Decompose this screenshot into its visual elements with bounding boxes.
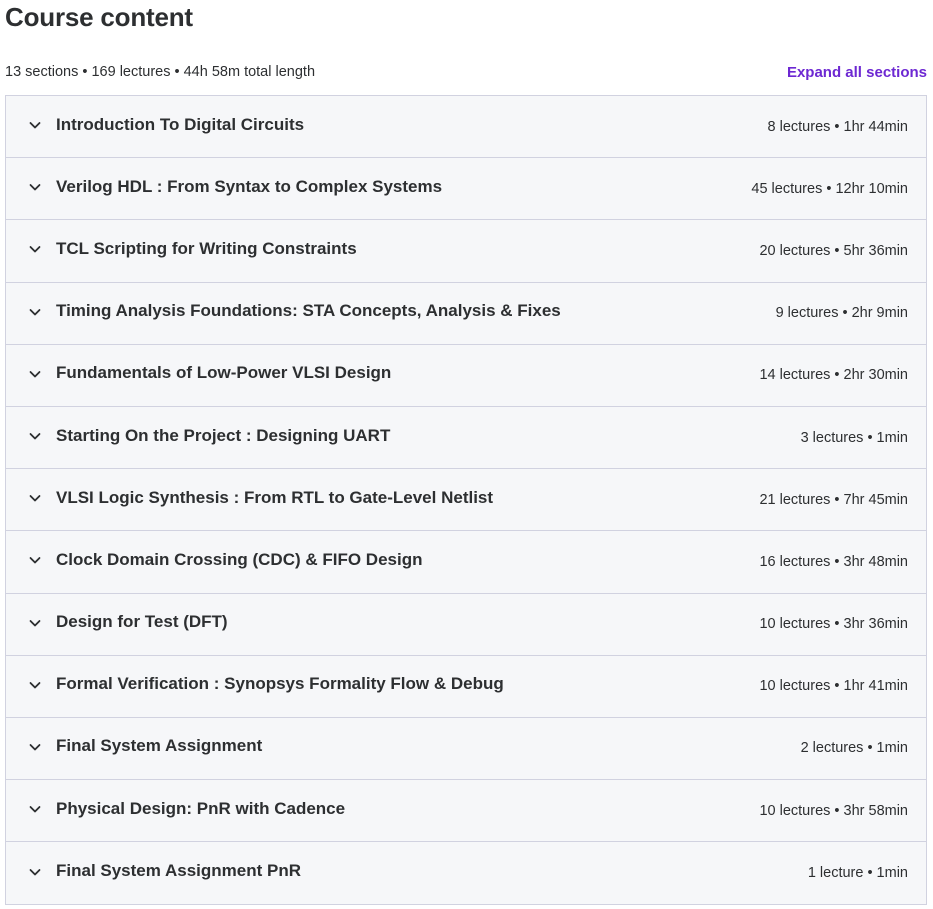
section-meta: 2 lectures • 1min (800, 740, 908, 757)
chevron-down-icon (28, 242, 42, 256)
section-meta: 1 lecture • 1min (807, 865, 908, 882)
section-header-1[interactable]: Introduction To Digital Circuits 8 lectu… (6, 96, 926, 159)
section-title: Verilog HDL : From Syntax to Complex Sys… (56, 176, 443, 196)
section-meta: 16 lectures • 3hr 48min (759, 553, 908, 570)
section-header-6[interactable]: Starting On the Project : Designing UART… (6, 406, 926, 470)
chevron-down-icon (28, 118, 42, 132)
section-meta: 8 lectures • 1hr 44min (767, 118, 908, 135)
chevron-down-icon (28, 865, 42, 879)
expand-all-sections-button[interactable]: Expand all sections (787, 64, 927, 81)
section-title: Design for Test (DFT) (56, 612, 228, 632)
chevron-down-icon (28, 616, 42, 630)
section-title: TCL Scripting for Writing Constraints (56, 238, 357, 258)
section-title: Clock Domain Crossing (CDC) & FIFO Desig… (56, 549, 423, 569)
chevron-down-icon (28, 180, 42, 194)
section-title: Introduction To Digital Circuits (56, 114, 305, 134)
section-header-11[interactable]: Final System Assignment 2 lectures • 1mi… (6, 717, 926, 781)
section-header-13[interactable]: Final System Assignment PnR 1 lecture • … (6, 842, 926, 905)
chevron-down-icon (28, 553, 42, 567)
section-meta: 10 lectures • 1hr 41min (759, 678, 908, 695)
section-header-5[interactable]: Fundamentals of Low-Power VLSI Design 14… (6, 344, 926, 407)
chevron-down-icon (28, 678, 42, 692)
section-header-9[interactable]: Design for Test (DFT) 10 lectures • 3hr … (6, 593, 926, 656)
chevron-down-icon (28, 491, 42, 505)
section-meta: 45 lectures • 12hr 10min (751, 180, 908, 197)
section-header-3[interactable]: TCL Scripting for Writing Constraints 20… (6, 220, 926, 283)
section-header-4[interactable]: Timing Analysis Foundations: STA Concept… (6, 282, 926, 345)
section-meta: 10 lectures • 3hr 58min (759, 802, 908, 819)
section-meta: 10 lectures • 3hr 36min (759, 616, 908, 633)
section-title: Formal Verification : Synopsys Formality… (56, 674, 504, 694)
section-header-12[interactable]: Physical Design: PnR with Cadence 10 lec… (6, 780, 926, 843)
section-title: Final System Assignment PnR (56, 861, 301, 881)
section-title: VLSI Logic Synthesis : From RTL to Gate-… (56, 487, 494, 507)
section-meta: 20 lectures • 5hr 36min (759, 242, 908, 259)
section-header-8[interactable]: Clock Domain Crossing (CDC) & FIFO Desig… (6, 531, 926, 594)
chevron-down-icon (28, 305, 42, 319)
section-meta: 21 lectures • 7hr 45min (759, 491, 908, 508)
course-summary: 13 sections • 169 lectures • 44h 58m tot… (5, 64, 316, 80)
section-header-10[interactable]: Formal Verification : Synopsys Formality… (6, 655, 926, 718)
section-title: Fundamentals of Low-Power VLSI Design (56, 363, 392, 383)
summary-row: 13 sections • 169 lectures • 44h 58m tot… (5, 61, 927, 83)
page-title: Course content (5, 2, 193, 32)
chevron-down-icon (28, 740, 42, 754)
chevron-down-icon (28, 429, 42, 443)
section-title: Final System Assignment (56, 736, 263, 756)
section-title: Physical Design: PnR with Cadence (56, 798, 346, 818)
chevron-down-icon (28, 802, 42, 816)
chevron-down-icon (28, 367, 42, 381)
section-meta: 3 lectures • 1min (800, 429, 908, 446)
section-header-7[interactable]: VLSI Logic Synthesis : From RTL to Gate-… (6, 469, 926, 532)
section-meta: 9 lectures • 2hr 9min (775, 305, 908, 322)
section-title: Timing Analysis Foundations: STA Concept… (56, 301, 561, 321)
sections-list: Introduction To Digital Circuits 8 lectu… (5, 95, 927, 906)
section-header-2[interactable]: Verilog HDL : From Syntax to Complex Sys… (6, 158, 926, 221)
course-content-panel: Course content 13 sections • 169 lecture… (0, 0, 933, 909)
section-meta: 14 lectures • 2hr 30min (759, 367, 908, 384)
section-title: Starting On the Project : Designing UART (56, 425, 391, 445)
